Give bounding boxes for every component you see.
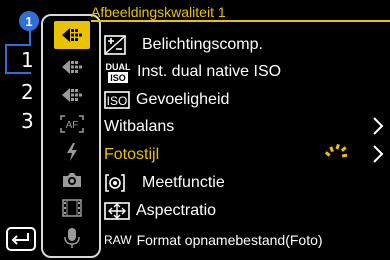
raw-icon: RAW [104, 232, 132, 247]
menu-item-label: Fotostijl [104, 145, 160, 163]
back-button[interactable] [6, 227, 36, 251]
menu-item-label: Belichtingscomp. [142, 35, 263, 53]
iso-icon: ISO [104, 88, 132, 112]
menu-item-file-format[interactable]: RAW Format opnamebestand(Foto) [104, 226, 390, 253]
menu-item-label: Format opnamebestand(Foto) [136, 231, 323, 248]
tab-photo-others[interactable] [54, 166, 90, 194]
menu-item-dual-native-iso[interactable]: DUAL ISO Inst. dual native ISO [104, 58, 390, 85]
tab-photo-quality-2[interactable] [54, 53, 90, 81]
page-title: Afbeeldingskwaliteit 1 [91, 4, 226, 20]
microphone-icon [64, 228, 80, 248]
page-indicator-line [5, 44, 7, 74]
chevron-right-icon [373, 117, 384, 135]
menu-item-metering[interactable]: Meetfunctie [104, 169, 390, 196]
chevron-right-icon [373, 145, 384, 163]
metering-icon [104, 171, 132, 195]
page-number-3[interactable]: 3 [21, 109, 34, 133]
page-number-1[interactable]: 1 [21, 48, 34, 72]
svg-text:DUAL: DUAL [106, 62, 131, 72]
return-arrow-icon [11, 233, 29, 245]
menu-item-label: Inst. dual native ISO [137, 62, 282, 80]
menu-item-aspect-ratio[interactable]: Aspectratio [104, 197, 390, 224]
menu-item-label: Aspectratio [136, 201, 217, 219]
menu-item-label: Witbalans [104, 117, 175, 135]
af-icon: AF [60, 115, 84, 133]
camera-quality-icon [62, 88, 82, 102]
header-divider [91, 20, 390, 22]
camera-icon [63, 173, 81, 187]
page-indicator-line [5, 72, 31, 74]
photo-style-value-icon [324, 143, 348, 158]
tab-photo-quality-1[interactable] [54, 21, 90, 49]
menu-item-label: Meetfunctie [142, 173, 225, 191]
page-indicator-line [5, 44, 31, 46]
svg-text:ISO: ISO [107, 94, 128, 108]
exposure-comp-icon [104, 33, 132, 57]
camera-quality-icon [62, 28, 82, 42]
menu-tab-column: AF [41, 14, 101, 258]
menu-item-photo-style[interactable]: Fotostijl [104, 141, 390, 168]
svg-text:ISO: ISO [110, 73, 126, 83]
menu-item-exposure-comp[interactable]: Belichtingscomp. [104, 31, 390, 58]
aspect-ratio-icon [104, 199, 132, 223]
tab-photo-quality-3[interactable] [54, 81, 90, 109]
film-icon [62, 199, 82, 217]
flash-icon [67, 143, 77, 161]
page-number-2[interactable]: 2 [21, 80, 34, 104]
camera-quality-icon [62, 60, 82, 74]
menu-item-sensitivity[interactable]: ISO Gevoeligheid [104, 86, 390, 113]
tab-flash[interactable] [54, 138, 90, 166]
tab-video[interactable] [54, 194, 90, 222]
menu-item-white-balance[interactable]: Witbalans [104, 113, 390, 140]
menu-item-label: Gevoeligheid [136, 90, 230, 108]
tab-audio[interactable] [54, 224, 90, 252]
page-indicator-badge: 1 [19, 11, 39, 31]
svg-text:AF: AF [66, 120, 79, 131]
dual-iso-icon: DUAL ISO [104, 60, 132, 84]
tab-autofocus[interactable]: AF [54, 110, 90, 138]
